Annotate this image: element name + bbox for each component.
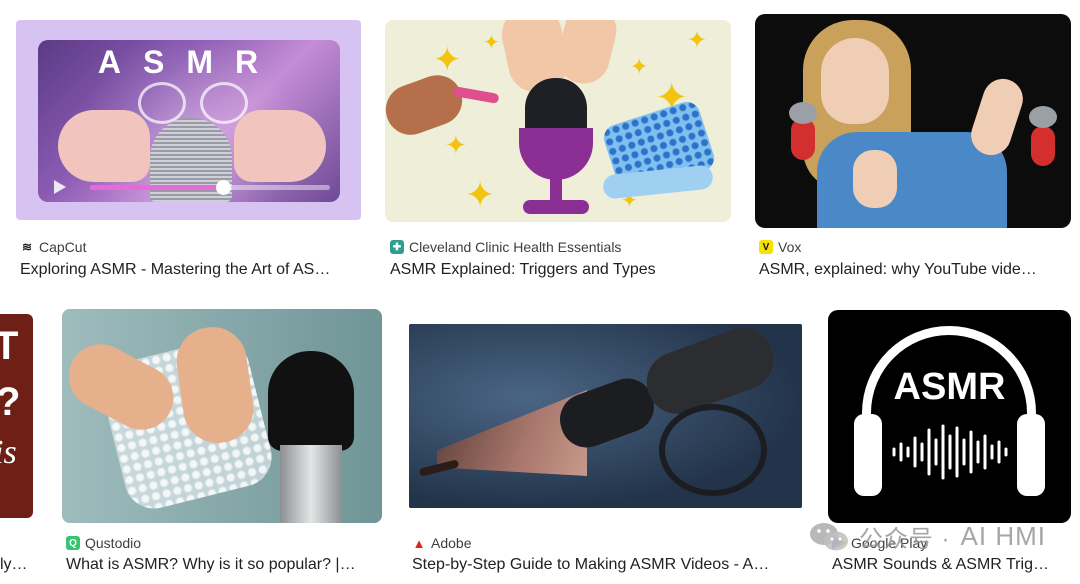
asmr-overlay-text: ASMR xyxy=(97,44,281,80)
sound-wave-icon xyxy=(892,424,1008,480)
watermark-text: 公众号 · xyxy=(858,526,951,553)
adobe-icon: ▲ xyxy=(412,535,426,551)
source-label: Vox xyxy=(778,239,802,255)
result-title-cleveland-clinic[interactable]: ASMR Explained: Triggers and Types xyxy=(390,259,730,281)
thumbnail-partial[interactable]: T ? is xyxy=(0,314,33,518)
person-face-image xyxy=(821,38,889,124)
progress-handle xyxy=(216,180,231,195)
source-adobe[interactable]: ▲ Adobe xyxy=(412,534,472,552)
qustodio-icon: Q xyxy=(66,536,80,550)
capcut-icon: ≋ xyxy=(21,240,33,254)
thumbnail-cleveland-clinic[interactable]: ✦ ✦ ✦ ✦ ✦ ✦ ✦ ✦ xyxy=(385,20,731,222)
overlay-text-line: is xyxy=(0,434,17,471)
watermark: 公众号 · AI HMI xyxy=(809,519,1046,554)
hand-right-image xyxy=(234,110,326,182)
wechat-icon xyxy=(809,522,848,550)
overlay-text-line: ? xyxy=(0,380,20,425)
result-title-google-play[interactable]: ASMR Sounds & ASMR Trig… xyxy=(832,554,1072,576)
watermark-brand: AI HMI xyxy=(960,521,1046,551)
thumbnail-vox[interactable] xyxy=(755,14,1071,228)
source-cleveland-clinic[interactable]: ✚ Cleveland Clinic Health Essentials xyxy=(390,238,621,256)
overlay-text-line: T xyxy=(0,324,19,368)
result-title-partial[interactable]: ly… xyxy=(0,554,34,576)
play-icon xyxy=(54,180,66,194)
source-qustodio[interactable]: Q Qustodio xyxy=(66,534,141,552)
source-label: Qustodio xyxy=(85,535,142,551)
result-title-qustodio[interactable]: What is ASMR? Why is it so popular? |… xyxy=(66,554,382,576)
result-title-vox[interactable]: ASMR, explained: why YouTube vide… xyxy=(759,259,1069,281)
thumbnail-capcut[interactable]: ASMR xyxy=(16,20,361,220)
thumbnail-google-play[interactable]: ASMR xyxy=(828,310,1071,523)
source-label: Cleveland Clinic Health Essentials xyxy=(409,239,622,255)
hand-left-image xyxy=(58,110,150,182)
cleveland-clinic-icon: ✚ xyxy=(390,240,404,254)
result-title-adobe[interactable]: Step-by-Step Guide to Making ASMR Videos… xyxy=(412,554,802,576)
asmr-overlay-text: ASMR xyxy=(893,366,1006,408)
source-capcut[interactable]: ≋ CapCut xyxy=(20,238,87,256)
source-vox[interactable]: V Vox xyxy=(759,238,801,256)
result-title-capcut[interactable]: Exploring ASMR - Mastering the Art of AS… xyxy=(20,259,360,281)
thumbnail-qustodio[interactable] xyxy=(62,309,382,523)
source-label: Adobe xyxy=(431,535,472,551)
source-label: CapCut xyxy=(39,239,87,255)
thumbnail-adobe[interactable] xyxy=(409,324,802,508)
microphone-image xyxy=(268,351,354,451)
vox-icon: V xyxy=(759,240,773,254)
microphone-image xyxy=(791,118,815,160)
microphone-image xyxy=(1031,126,1055,166)
